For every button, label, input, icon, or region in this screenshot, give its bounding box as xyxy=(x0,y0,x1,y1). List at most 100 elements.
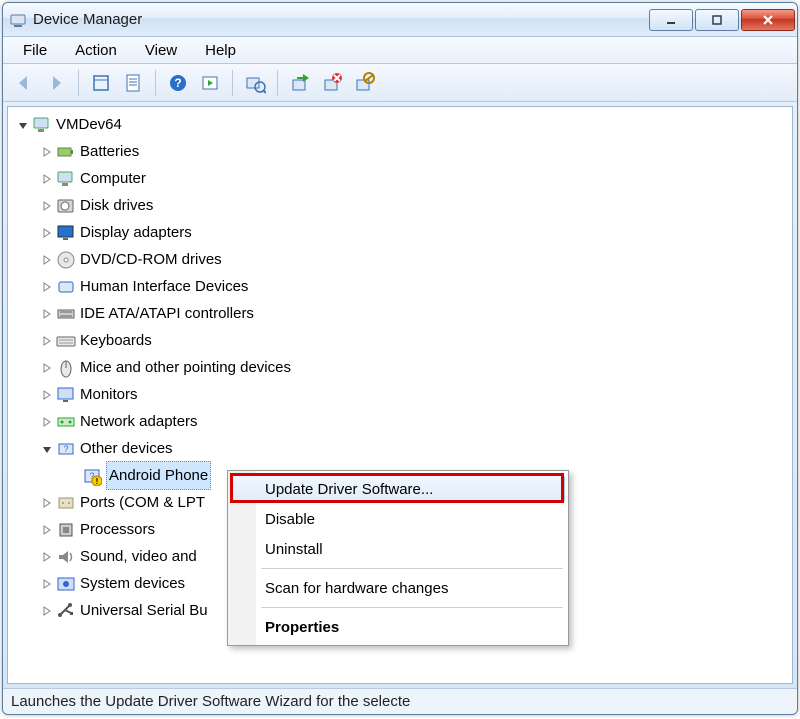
tree-node-label: Universal Serial Bu xyxy=(80,597,208,624)
tree-node-label: Sound, video and xyxy=(80,543,197,570)
expand-icon[interactable] xyxy=(40,145,54,159)
unknown-device-icon: ?! xyxy=(82,466,102,486)
tree-node[interactable]: Human Interface Devices xyxy=(14,273,792,300)
tree-node-label: System devices xyxy=(80,570,185,597)
menu-help[interactable]: Help xyxy=(191,39,250,62)
collapse-icon[interactable] xyxy=(40,442,54,456)
tree-node[interactable]: Display adapters xyxy=(14,219,792,246)
tree-node-label: Computer xyxy=(80,165,146,192)
expand-icon[interactable] xyxy=(40,496,54,510)
tree-node[interactable]: Disk drives xyxy=(14,192,792,219)
svg-text:?: ? xyxy=(174,76,181,90)
tree-node-label: Human Interface Devices xyxy=(80,273,248,300)
keyboard-icon xyxy=(56,331,76,351)
expand-icon[interactable] xyxy=(40,280,54,294)
disable-device-icon[interactable] xyxy=(349,68,379,98)
menu-file[interactable]: File xyxy=(9,39,61,62)
dvd-icon xyxy=(56,250,76,270)
tree-node-label: Mice and other pointing devices xyxy=(80,354,291,381)
expand-icon[interactable] xyxy=(40,361,54,375)
expand-icon[interactable] xyxy=(40,226,54,240)
context-menu-item[interactable]: Update Driver Software... xyxy=(231,475,565,503)
svg-text:?: ? xyxy=(63,444,68,454)
context-menu: Update Driver Software...DisableUninstal… xyxy=(227,470,569,646)
properties-sheet-icon[interactable] xyxy=(118,68,148,98)
context-menu-item[interactable]: Disable xyxy=(231,504,565,534)
system-icon xyxy=(56,574,76,594)
expand-icon[interactable] xyxy=(40,307,54,321)
tree-node-label: Batteries xyxy=(80,138,139,165)
update-driver-icon[interactable] xyxy=(285,68,315,98)
expand-icon[interactable] xyxy=(40,199,54,213)
device-manager-window: Device Manager File Action View Help ? V… xyxy=(2,2,798,715)
tree-node-label: Ports (COM & LPT xyxy=(80,489,205,516)
menu-view[interactable]: View xyxy=(131,39,191,62)
expand-icon[interactable] xyxy=(40,388,54,402)
other-icon: ? xyxy=(56,439,76,459)
menu-action[interactable]: Action xyxy=(61,39,131,62)
maximize-button[interactable] xyxy=(695,9,739,31)
expand-icon[interactable] xyxy=(40,523,54,537)
window-buttons xyxy=(647,9,795,31)
tree-node[interactable]: Keyboards xyxy=(14,327,792,354)
tree-node-label: Display adapters xyxy=(80,219,192,246)
computer-icon xyxy=(32,115,52,135)
menubar: File Action View Help xyxy=(3,37,797,64)
expand-icon[interactable] xyxy=(40,334,54,348)
context-menu-item[interactable]: Uninstall xyxy=(231,534,565,564)
tree-node-label: Monitors xyxy=(80,381,138,408)
network-icon xyxy=(56,412,76,432)
close-button[interactable] xyxy=(741,9,795,31)
tree-node[interactable]: IDE ATA/ATAPI controllers xyxy=(14,300,792,327)
scan-hardware-icon[interactable] xyxy=(240,68,270,98)
tree-node-label: Keyboards xyxy=(80,327,152,354)
help-icon[interactable]: ? xyxy=(163,68,193,98)
spacer xyxy=(66,469,80,483)
cpu-icon xyxy=(56,520,76,540)
expand-icon[interactable] xyxy=(40,253,54,267)
tree-node-label: Network adapters xyxy=(80,408,198,435)
tree-node[interactable]: Computer xyxy=(14,165,792,192)
battery-icon xyxy=(56,142,76,162)
status-bar: Launches the Update Driver Software Wiza… xyxy=(3,688,797,714)
usb-icon xyxy=(56,601,76,621)
tree-node[interactable]: Network adapters xyxy=(14,408,792,435)
tree-node[interactable]: Monitors xyxy=(14,381,792,408)
context-menu-item[interactable]: Properties xyxy=(231,612,565,642)
tree-node[interactable]: VMDev64 xyxy=(14,111,792,138)
tree-node-label: VMDev64 xyxy=(56,111,122,138)
sound-icon xyxy=(56,547,76,567)
expand-icon[interactable] xyxy=(40,577,54,591)
tree-node-label: IDE ATA/ATAPI controllers xyxy=(80,300,254,327)
tree-node-label: Processors xyxy=(80,516,155,543)
show-hidden-icon[interactable] xyxy=(86,68,116,98)
mouse-icon xyxy=(56,358,76,378)
monitor-icon xyxy=(56,385,76,405)
tree-node-label: DVD/CD-ROM drives xyxy=(80,246,222,273)
tree-node[interactable]: ? Other devices xyxy=(14,435,792,462)
tree-node[interactable]: DVD/CD-ROM drives xyxy=(14,246,792,273)
window-title: Device Manager xyxy=(33,11,142,28)
computer-icon xyxy=(56,169,76,189)
hid-icon xyxy=(56,277,76,297)
expand-icon[interactable] xyxy=(40,604,54,618)
minimize-button[interactable] xyxy=(649,9,693,31)
expand-icon[interactable] xyxy=(40,550,54,564)
action-icon[interactable] xyxy=(195,68,225,98)
svg-text:!: ! xyxy=(96,477,99,486)
collapse-icon[interactable] xyxy=(16,118,30,132)
device-tree-pane[interactable]: VMDev64BatteriesComputerDisk drivesDispl… xyxy=(7,106,793,684)
expand-icon[interactable] xyxy=(40,415,54,429)
uninstall-device-icon[interactable] xyxy=(317,68,347,98)
app-icon xyxy=(9,11,27,29)
tree-node-label: Android Phone xyxy=(106,461,211,490)
context-menu-item[interactable]: Scan for hardware changes xyxy=(231,573,565,603)
nav-forward-icon xyxy=(41,68,71,98)
tree-node[interactable]: Batteries xyxy=(14,138,792,165)
expand-icon[interactable] xyxy=(40,172,54,186)
port-icon xyxy=(56,493,76,513)
tree-node-label: Other devices xyxy=(80,435,173,462)
ide-icon xyxy=(56,304,76,324)
nav-back-icon xyxy=(9,68,39,98)
tree-node[interactable]: Mice and other pointing devices xyxy=(14,354,792,381)
